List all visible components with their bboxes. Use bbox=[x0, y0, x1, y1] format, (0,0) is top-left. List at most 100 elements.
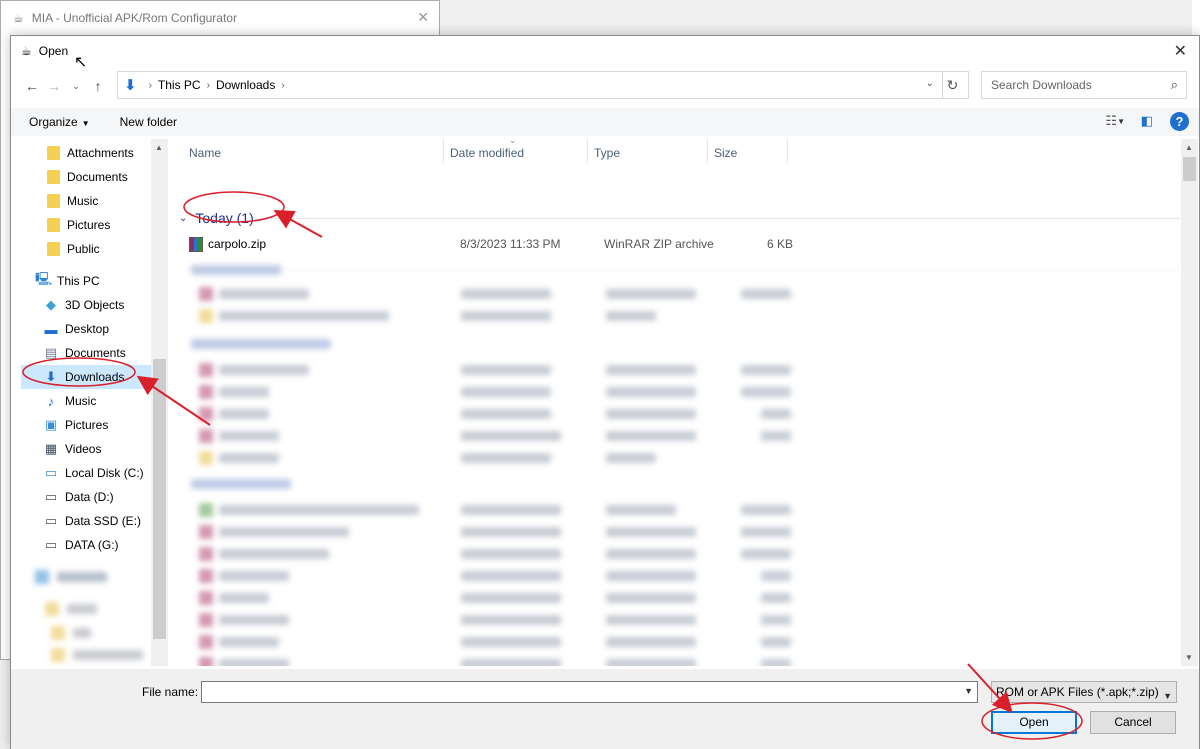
chevron-down-icon: ▼ bbox=[81, 119, 90, 128]
nav-item-label: Music bbox=[67, 194, 99, 208]
forward-arrow-icon[interactable]: → bbox=[43, 78, 65, 94]
search-icon[interactable]: ⌕ bbox=[1171, 77, 1178, 93]
film-icon: ▦ bbox=[44, 441, 58, 456]
scroll-thumb[interactable] bbox=[1183, 157, 1196, 181]
column-headers: Name ⌄ Date modified Type Size bbox=[171, 139, 1181, 167]
downloads-arrow-icon: ⬇ bbox=[45, 369, 57, 384]
breadcrumb-downloads[interactable]: Downloads bbox=[216, 78, 275, 92]
column-header-name[interactable]: Name bbox=[189, 146, 221, 160]
recent-locations-chevron-icon[interactable]: ⌄ bbox=[65, 81, 87, 92]
group-header-today[interactable]: ⌄ Today (1) bbox=[171, 207, 1181, 229]
nav-item-label: Pictures bbox=[65, 418, 109, 432]
column-header-date-modified[interactable]: Date modified bbox=[450, 146, 524, 160]
search-box[interactable]: ⌕ bbox=[981, 71, 1187, 99]
navigation-pane: Attachments Documents Music Pictures Pub… bbox=[11, 139, 169, 666]
address-bar[interactable]: ⬇ › This PC › Downloads › ⌄ bbox=[117, 71, 943, 99]
file-list-scrollbar[interactable]: ▲ ▼ bbox=[1181, 139, 1198, 666]
file-list: Name ⌄ Date modified Type Size ⌄ Today (… bbox=[171, 139, 1181, 666]
app-icon: ☕ bbox=[21, 44, 32, 58]
nav-item-label: Downloads bbox=[65, 370, 125, 384]
open-file-dialog: ☕ Open ✕ ← → ⌄ ↑ ⬇ › This PC › Downloads… bbox=[10, 35, 1200, 749]
cube-icon: ◆ bbox=[46, 297, 56, 312]
column-header-size[interactable]: Size bbox=[714, 146, 737, 160]
close-icon[interactable]: ✕ bbox=[1174, 41, 1187, 61]
up-arrow-icon[interactable]: ↑ bbox=[87, 78, 109, 94]
scroll-thumb[interactable] bbox=[153, 359, 166, 639]
nav-item-label: Documents bbox=[67, 170, 128, 184]
folder-icon bbox=[47, 218, 60, 232]
blurred-nav-item bbox=[35, 569, 115, 585]
background-close-icon[interactable]: ✕ bbox=[417, 9, 429, 26]
group-label: Today (1) bbox=[195, 210, 254, 226]
search-input[interactable] bbox=[991, 78, 1161, 92]
breadcrumb-chevron-icon[interactable]: › bbox=[149, 80, 152, 91]
nav-item-downloads[interactable]: ⬇ Downloads bbox=[21, 365, 153, 389]
drive-icon: ▭ bbox=[44, 489, 58, 504]
folder-icon bbox=[47, 146, 60, 160]
file-name-label: File name: bbox=[142, 685, 199, 699]
file-name: carpolo.zip bbox=[208, 237, 267, 251]
folder-icon bbox=[47, 242, 60, 256]
file-name-combobox[interactable]: ▼ bbox=[201, 681, 978, 703]
drive-icon: ▭ bbox=[44, 513, 58, 528]
cancel-button[interactable]: Cancel bbox=[1090, 711, 1176, 734]
downloads-arrow-icon: ⬇ bbox=[124, 77, 137, 94]
file-row-carpolo[interactable]: carpolo.zip 8/3/2023 11:33 PM WinRAR ZIP… bbox=[189, 233, 1009, 255]
preview-pane-icon[interactable]: ◧ bbox=[1141, 113, 1153, 129]
nav-item-this-pc[interactable]: 🖳 This PC bbox=[35, 269, 169, 293]
dialog-titlebar: ☕ Open ✕ bbox=[11, 36, 1199, 66]
view-options-icon[interactable]: ☷ bbox=[1105, 113, 1117, 129]
dialog-title: Open bbox=[38, 44, 69, 58]
background-titlebar: ☕ MIA - Unofficial APK/Rom Configurator bbox=[1, 1, 439, 35]
blurred-file-list bbox=[171, 261, 1181, 666]
nav-item-label: 3D Objects bbox=[65, 298, 125, 312]
column-divider[interactable] bbox=[443, 139, 444, 163]
address-dropdown-icon[interactable]: ⌄ bbox=[926, 78, 934, 89]
back-arrow-icon[interactable]: ← bbox=[21, 78, 43, 94]
chevron-down-icon[interactable]: ▼ bbox=[1163, 686, 1172, 706]
scroll-up-icon[interactable]: ▲ bbox=[1185, 143, 1193, 152]
desktop-icon: ▬ bbox=[44, 321, 58, 337]
organize-button[interactable]: Organize ▼ bbox=[29, 115, 90, 129]
sort-indicator-icon: ⌄ bbox=[509, 139, 517, 145]
refresh-icon[interactable]: ↻ bbox=[937, 71, 969, 99]
open-button[interactable]: Open bbox=[991, 711, 1077, 734]
file-type-filter-value: ROM or APK Files (*.apk;*.zip) bbox=[996, 685, 1159, 699]
column-divider[interactable] bbox=[587, 139, 588, 163]
nav-item-label: Data SSD (E:) bbox=[65, 514, 142, 528]
column-divider[interactable] bbox=[707, 139, 708, 163]
drive-icon: ▭ bbox=[44, 537, 58, 552]
column-divider[interactable] bbox=[787, 139, 788, 163]
breadcrumb-chevron-icon[interactable]: › bbox=[207, 80, 210, 91]
nav-pane-scrollbar[interactable]: ▲ bbox=[151, 139, 168, 666]
folder-icon bbox=[47, 194, 60, 208]
command-bar: Organize ▼ New folder ☷ ▼ ◧ ? bbox=[11, 108, 1199, 136]
chevron-down-icon[interactable]: ▼ bbox=[1117, 117, 1125, 126]
nav-item-label: Data (D:) bbox=[65, 490, 114, 504]
background-window-title: MIA - Unofficial APK/Rom Configurator bbox=[31, 11, 237, 25]
new-folder-button[interactable]: New folder bbox=[120, 115, 177, 129]
file-type-filter-select[interactable]: ROM or APK Files (*.apk;*.zip) ▼ bbox=[991, 681, 1177, 703]
help-icon[interactable]: ? bbox=[1170, 112, 1189, 131]
column-header-type[interactable]: Type bbox=[594, 146, 620, 160]
scroll-up-icon[interactable]: ▲ bbox=[155, 143, 163, 152]
breadcrumb-this-pc[interactable]: This PC bbox=[158, 78, 201, 92]
system-drive-icon: ▭ bbox=[44, 465, 58, 480]
file-name-cell: carpolo.zip bbox=[189, 236, 267, 252]
nav-item-label: Videos bbox=[65, 442, 102, 456]
scroll-down-icon[interactable]: ▼ bbox=[1185, 653, 1193, 662]
chevron-down-icon[interactable]: ⌄ bbox=[179, 213, 187, 224]
file-date: 8/3/2023 11:33 PM bbox=[460, 237, 561, 251]
dialog-footer: File name: ▼ ROM or APK Files (*.apk;*.z… bbox=[11, 669, 1199, 749]
nav-item-label: Public bbox=[67, 242, 100, 256]
file-name-input[interactable] bbox=[202, 682, 952, 702]
file-size: 6 KB bbox=[767, 237, 794, 251]
folder-icon bbox=[47, 170, 60, 184]
nav-item-label: Documents bbox=[65, 346, 126, 360]
blurred-nav-item bbox=[45, 601, 125, 617]
organize-label: Organize bbox=[29, 115, 78, 129]
nav-item-label: Music bbox=[65, 394, 97, 408]
chevron-down-icon[interactable]: ▼ bbox=[964, 686, 973, 696]
file-type: WinRAR ZIP archive bbox=[604, 237, 714, 251]
breadcrumb-chevron-icon[interactable]: › bbox=[281, 80, 284, 91]
